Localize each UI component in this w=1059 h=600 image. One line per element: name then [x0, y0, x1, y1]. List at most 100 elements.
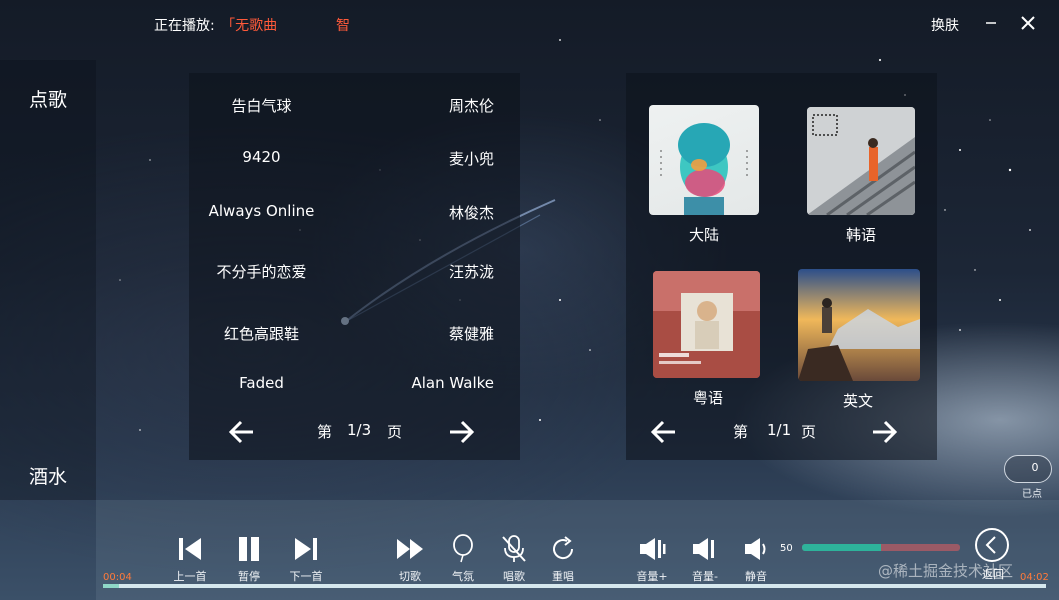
category-pager: 第 1/1 页 [626, 417, 937, 447]
next-page-button[interactable] [446, 417, 476, 447]
category-english[interactable]: 英文 [798, 269, 920, 414]
balloon-icon [453, 534, 473, 563]
song-row[interactable]: Faded Alan Walke [189, 374, 520, 404]
atmosphere-label: 气氛 [452, 570, 474, 583]
minimize-icon [986, 22, 996, 24]
song-name: 不分手的恋爱 [216, 263, 307, 281]
prev-song-button[interactable]: 上一首 [170, 532, 210, 584]
arrow-right-icon [873, 420, 898, 444]
skip-back-icon [179, 538, 201, 560]
category-panel: 大陆 韩语 粤语 英文 第 1/1 页 [626, 73, 937, 460]
mic-off-icon [502, 535, 526, 562]
arrow-right-icon [450, 420, 475, 444]
now-playing-label: 正在播放: [154, 18, 215, 34]
prev-page-button[interactable] [227, 417, 257, 447]
category-cover [649, 105, 759, 215]
song-row[interactable]: 不分手的恋爱 汪苏泷 [189, 261, 520, 291]
skip-song-label: 切歌 [399, 570, 421, 583]
song-row[interactable]: Always Online 林俊杰 [189, 202, 520, 232]
mute-button[interactable]: 静音 [736, 532, 776, 584]
category-label: 大陆 [688, 226, 719, 244]
song-name: Always Online [208, 202, 315, 220]
prev-song-label: 上一首 [173, 570, 207, 583]
vocal-label: 唱歌 [503, 570, 525, 583]
next-song-button[interactable]: 下一首 [286, 532, 326, 584]
side-menu: 点歌 酒水 [0, 60, 96, 500]
song-artist: 周杰伦 [448, 97, 494, 115]
category-cover [653, 271, 760, 378]
volume-down-label: 音量- [692, 570, 718, 583]
playback-progress-bar[interactable] [103, 584, 1046, 588]
song-row[interactable]: 9420 麦小兜 [189, 148, 520, 178]
song-artist: Alan Walke [411, 374, 494, 392]
skip-song-button[interactable]: 切歌 [390, 532, 430, 584]
minimize-button[interactable] [980, 12, 1002, 34]
volume-down-icon [693, 538, 714, 560]
volume-value: 50 [780, 543, 793, 554]
song-name: 告白气球 [231, 97, 292, 115]
song-artist: 汪苏泷 [448, 263, 494, 281]
song-artist: 蔡健雅 [448, 325, 494, 343]
menu-item-drinks[interactable]: 酒水 [29, 462, 67, 489]
watermark: @稀土掘金技术社区 [878, 562, 1014, 580]
song-list-panel: 告白气球 周杰伦 9420 麦小兜 Always Online 林俊杰 不分手的… [189, 73, 520, 460]
volume-down-button[interactable]: 音量- [685, 532, 725, 584]
volume-up-icon [640, 538, 666, 560]
ordered-count: 0 [1031, 461, 1039, 474]
arrow-left-icon [228, 420, 253, 444]
song-list-pager: 第 1/3 页 [189, 417, 520, 447]
now-playing-song: 「无歌曲 [221, 18, 278, 34]
page-prefix: 第 [733, 423, 749, 441]
now-playing: 正在播放: 「无歌曲 智 [154, 15, 350, 35]
current-time: 00:04 [103, 572, 132, 583]
mute-label: 静音 [745, 570, 767, 583]
song-row[interactable]: 告白气球 周杰伦 [189, 95, 520, 125]
ordered-count-badge[interactable]: 0 [1004, 455, 1052, 483]
replay-label: 重唱 [552, 570, 574, 583]
arrow-left-icon [650, 420, 675, 444]
ordered-count-label: 已点 [1022, 489, 1042, 500]
now-playing-song-tail: 智 [336, 18, 350, 34]
page-prefix: 第 [317, 423, 333, 441]
replay-button[interactable]: 重唱 [543, 532, 583, 584]
playback-progress-fill [103, 584, 119, 588]
total-time: 04:02 [1020, 572, 1049, 583]
next-song-label: 下一首 [289, 570, 323, 583]
song-artist: 麦小兜 [448, 150, 494, 168]
volume-up-label: 音量+ [636, 570, 668, 583]
category-mainland[interactable]: 大陆 [644, 103, 764, 248]
pause-icon [239, 537, 259, 561]
replay-icon [553, 536, 574, 560]
fast-forward-icon [397, 539, 423, 559]
song-row[interactable]: 红色高跟鞋 蔡健雅 [189, 323, 520, 353]
skip-forward-icon [295, 538, 317, 560]
volume-slider-fill [802, 544, 881, 551]
close-button[interactable] [1017, 12, 1039, 34]
page-suffix: 页 [387, 423, 403, 441]
pause-button[interactable]: 暂停 [229, 532, 269, 584]
back-button[interactable] [975, 528, 1009, 562]
song-name: 9420 [242, 148, 281, 166]
page-indicator: 1/1 [767, 421, 792, 439]
next-page-button[interactable] [869, 417, 899, 447]
song-name: 红色高跟鞋 [223, 325, 299, 343]
prev-page-button[interactable] [649, 417, 679, 447]
category-label: 韩语 [845, 226, 876, 244]
pause-label: 暂停 [238, 570, 260, 583]
page-suffix: 页 [801, 423, 817, 441]
menu-item-order-songs[interactable]: 点歌 [29, 85, 67, 112]
volume-up-button[interactable]: 音量+ [632, 532, 672, 584]
change-skin-button[interactable]: 换肤 [931, 15, 959, 35]
category-label: 英文 [842, 392, 873, 410]
atmosphere-button[interactable]: 气氛 [443, 532, 483, 584]
category-korean[interactable]: 韩语 [801, 103, 921, 248]
page-indicator: 1/3 [347, 421, 372, 439]
volume-slider[interactable] [802, 544, 960, 551]
song-artist: 林俊杰 [448, 204, 494, 222]
category-cover [807, 107, 915, 215]
category-cantonese[interactable]: 粤语 [648, 269, 768, 414]
category-label: 粤语 [692, 389, 723, 407]
song-name: Faded [239, 374, 284, 392]
vocal-toggle-button[interactable]: 唱歌 [494, 532, 534, 584]
chevron-left-icon [985, 536, 996, 554]
